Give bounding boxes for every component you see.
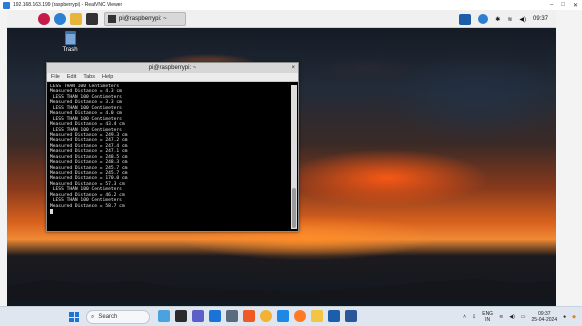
firefox-icon[interactable] — [294, 310, 306, 322]
vnc-window-title: 192.168.163.199 (raspberrypi) - RealVNC … — [13, 2, 123, 8]
wifi-icon[interactable]: ≋ — [499, 314, 503, 320]
folder-icon[interactable] — [70, 13, 82, 25]
app-tray-icon[interactable]: ⇩ — [472, 314, 476, 320]
notification-icon[interactable]: ● — [563, 314, 566, 320]
taskbar-terminal-label: pi@raspberrypi: ~ — [119, 16, 167, 22]
terminal-icon — [108, 15, 116, 23]
search-icon: ⌕ — [91, 313, 95, 320]
raspberry-menu-icon[interactable] — [38, 13, 50, 25]
language-indicator[interactable]: ENG IN — [482, 311, 493, 323]
menu-edit[interactable]: Edit — [67, 73, 76, 81]
taskbar-terminal-button[interactable]: pi@raspberrypi: ~ — [104, 12, 186, 26]
terminal-title: pi@raspberrypi: ~ — [148, 65, 197, 71]
terminal-window[interactable]: pi@raspberrypi: ~ × File Edit Tabs Help … — [46, 62, 299, 232]
terminal-title-bar[interactable]: pi@raspberrypi: ~ × — [47, 63, 298, 73]
minimize-button[interactable]: – — [550, 2, 553, 8]
search-placeholder: Search — [98, 314, 118, 320]
mountain-silhouette — [7, 279, 556, 300]
scrollbar-thumb[interactable] — [292, 188, 296, 228]
realvnc-icon — [3, 1, 10, 9]
explorer-icon[interactable] — [311, 310, 323, 322]
panel-clock: 09:37 — [532, 16, 548, 22]
volume-icon[interactable]: ◀) — [519, 16, 526, 23]
menu-help[interactable]: Help — [102, 73, 113, 81]
brave-icon[interactable] — [243, 310, 255, 322]
vnc-title-bar: 192.168.163.199 (raspberrypi) - RealVNC … — [0, 0, 582, 10]
close-button[interactable]: ✕ — [573, 2, 578, 9]
teams-icon[interactable] — [192, 310, 204, 322]
word-icon[interactable] — [345, 310, 357, 322]
battery-icon[interactable]: ▭ — [521, 314, 526, 320]
maximize-button[interactable]: □ — [561, 2, 565, 8]
chevron-up-icon[interactable]: ˄ — [463, 314, 466, 320]
menu-file[interactable]: File — [51, 73, 60, 81]
terminal-icon[interactable] — [86, 13, 98, 25]
terminal-menu-bar: File Edit Tabs Help — [47, 73, 298, 82]
windows-start-icon[interactable] — [69, 312, 79, 322]
remote-desktop[interactable]: pi@raspberrypi: ~ ✱ ≋ ◀) 09:37 Trash pi@… — [7, 10, 556, 306]
widgets-icon[interactable] — [158, 310, 170, 322]
trash-label: Trash — [62, 47, 78, 53]
copilot-icon[interactable]: ◆ — [572, 314, 576, 320]
terminal-output[interactable]: LESS THAN 100 Centimeters Measured Dista… — [50, 84, 288, 229]
trash-desktop-icon[interactable]: Trash — [55, 31, 85, 53]
vnc-icon[interactable] — [459, 13, 472, 25]
terminal-cursor — [50, 209, 53, 215]
clock[interactable]: 09:37 25-04-2024 — [532, 311, 558, 323]
bluetooth-icon[interactable] — [478, 14, 489, 24]
volume-icon[interactable]: ◀) — [509, 314, 515, 320]
settings-icon[interactable] — [226, 310, 238, 322]
menu-tabs[interactable]: Tabs — [83, 73, 95, 81]
task-view-icon[interactable] — [175, 310, 187, 322]
browser-icon[interactable] — [54, 13, 66, 25]
vscode-icon[interactable] — [277, 310, 289, 322]
bluetooth-glyph: ✱ — [495, 16, 501, 23]
terminal-close-button[interactable]: × — [291, 63, 295, 73]
terminal-scrollbar[interactable] — [291, 85, 297, 229]
raspberry-pi-panel: pi@raspberrypi: ~ ✱ ≋ ◀) 09:37 — [7, 10, 556, 28]
chrome-icon[interactable] — [260, 310, 272, 322]
taskbar-search-box[interactable]: ⌕ Search — [86, 310, 150, 324]
windows-taskbar: ⌕ Search ˄ ⇩ ENG IN ≋ ◀) ▭ 09:37 25-04-2… — [0, 306, 582, 326]
snipping-icon[interactable] — [209, 310, 221, 322]
terminal-line: Measured Distance = 58.7 cm — [50, 203, 125, 209]
trash-icon — [64, 31, 76, 45]
vnc-viewer-icon[interactable] — [328, 310, 340, 322]
wifi-icon[interactable]: ≋ — [507, 16, 512, 23]
